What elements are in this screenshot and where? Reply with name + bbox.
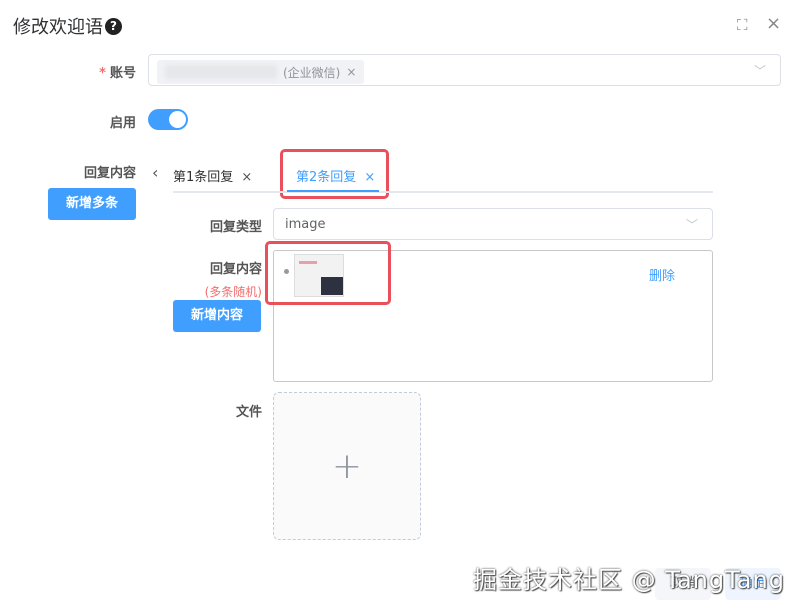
highlight-box — [265, 241, 391, 305]
fullscreen-icon[interactable]: ⛶ — [737, 16, 748, 34]
tab-label: 第1条回复 — [173, 170, 234, 185]
enable-label: 启用 — [109, 116, 136, 131]
delete-link[interactable]: 删除 — [649, 265, 675, 284]
active-tab-indicator — [287, 190, 379, 192]
reply-type-value: image — [285, 217, 326, 232]
plus-icon: + — [331, 445, 363, 487]
upload-area[interactable]: + — [273, 392, 421, 540]
account-tag-text: (企业微信) — [283, 65, 341, 80]
chevron-left-icon[interactable]: ‹ — [152, 163, 158, 182]
tab-close-icon[interactable]: × — [364, 170, 375, 185]
tab-close-icon[interactable]: × — [241, 170, 252, 185]
close-icon[interactable]: × — [766, 13, 781, 34]
required-mark: * — [99, 66, 106, 81]
watermark: 掘金技术社区 @ TangTang — [473, 566, 785, 594]
tag-close-icon[interactable]: × — [346, 65, 356, 79]
account-name-redacted — [165, 65, 277, 79]
dialog-title: 修改欢迎语? — [13, 13, 122, 39]
chevron-down-icon: ﹀ — [685, 218, 698, 232]
title-text: 修改欢迎语 — [13, 17, 103, 38]
enable-toggle[interactable] — [148, 109, 188, 130]
reply-type-select[interactable]: image ﹀ — [273, 208, 713, 240]
help-icon[interactable]: ? — [105, 17, 122, 35]
tab-reply-2[interactable]: 第2条回复 × — [296, 166, 375, 185]
reply-content-label: 回复内容 — [83, 166, 136, 181]
account-select[interactable]: (企业微信) × ﹀ — [148, 54, 781, 86]
reply-type-label: 回复类型 — [209, 220, 262, 235]
tabs-divider — [173, 191, 713, 193]
content-sub-label: (多条随机) — [204, 285, 262, 299]
file-label: 文件 — [235, 405, 262, 420]
add-more-button[interactable]: 新增多条 — [48, 188, 136, 220]
account-label: * 账号 — [60, 62, 136, 81]
chevron-down-icon: ﹀ — [753, 64, 766, 78]
add-content-button[interactable]: 新增内容 — [173, 300, 261, 332]
tab-reply-1[interactable]: 第1条回复 × — [173, 166, 252, 185]
account-label-text: 账号 — [109, 66, 136, 81]
account-tag: (企业微信) × — [157, 60, 365, 84]
content-label: 回复内容 — [209, 262, 262, 277]
tab-label: 第2条回复 — [296, 170, 357, 185]
